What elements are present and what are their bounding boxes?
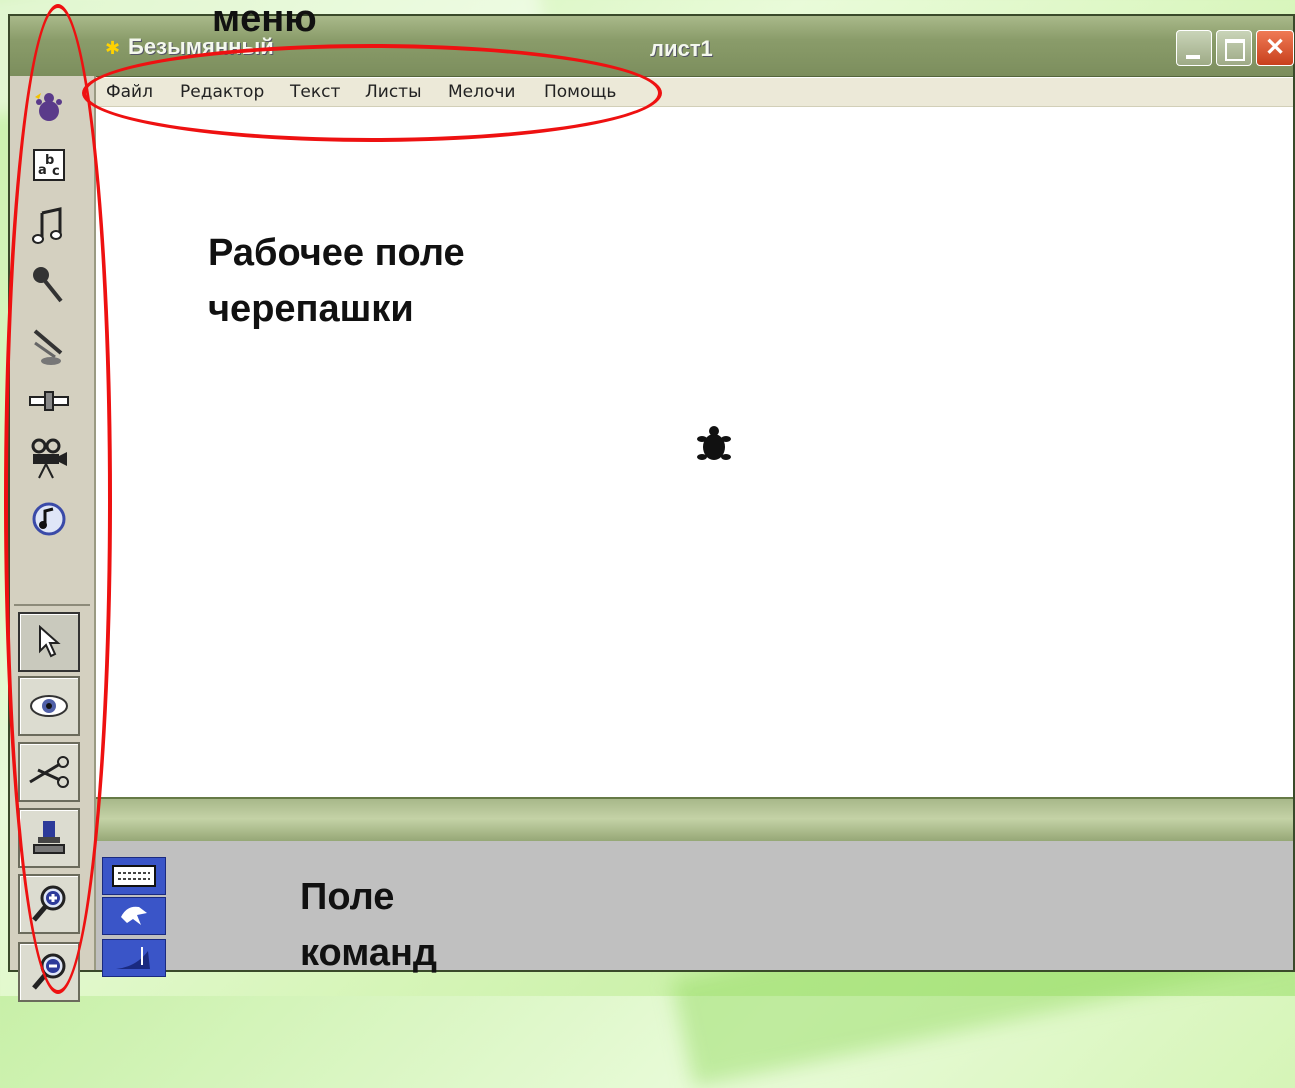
menu-pages[interactable]: Листы xyxy=(365,82,422,102)
melody-icon[interactable] xyxy=(18,200,80,250)
left-toolbar: abc xyxy=(10,76,96,1002)
menu-help[interactable]: Помощь xyxy=(544,82,616,102)
toolbar-divider xyxy=(14,604,90,606)
menu-editor[interactable]: Редактор xyxy=(180,82,264,102)
slider-icon[interactable] xyxy=(18,376,80,426)
title-bar[interactable]: ✱ Безымянный лист1 ✕ xyxy=(10,16,1294,77)
sound-icon[interactable] xyxy=(18,494,80,544)
pointer-icon[interactable] xyxy=(18,612,80,672)
menu-bar: Файл Редактор Текст Листы Мелочи Помощь xyxy=(94,78,1293,107)
commands-annotation-line1: Поле xyxy=(300,876,395,918)
app-icon: ✱ xyxy=(105,38,121,58)
pane-splitter[interactable] xyxy=(96,797,1293,843)
scissors-icon[interactable] xyxy=(18,742,80,802)
close-icon[interactable]: ✕ xyxy=(1256,30,1294,66)
microphone-icon[interactable] xyxy=(18,260,80,310)
turtle-canvas[interactable] xyxy=(96,107,1293,797)
zoom-out-icon[interactable] xyxy=(18,942,80,1002)
commands-annotation-line2: команд xyxy=(300,932,438,974)
video-camera-icon[interactable] xyxy=(18,434,80,484)
new-turtle-icon[interactable] xyxy=(18,82,80,132)
canvas-annotation-line2: черепашки xyxy=(208,288,414,330)
menu-text[interactable]: Текст xyxy=(290,82,340,102)
eye-icon[interactable] xyxy=(18,676,80,736)
turtle-icon[interactable] xyxy=(696,425,732,474)
command-center[interactable] xyxy=(96,841,1293,977)
canvas-annotation-line1: Рабочее поле xyxy=(208,232,465,274)
cd-player-icon[interactable] xyxy=(18,322,80,372)
menu-file[interactable]: Файл xyxy=(106,82,153,102)
shapes-icon[interactable] xyxy=(102,897,166,935)
command-center-icon[interactable] xyxy=(102,857,166,895)
sheet-title: лист1 xyxy=(650,36,713,61)
minimize-icon[interactable] xyxy=(1176,30,1212,66)
procedures-icon[interactable] xyxy=(102,939,166,977)
logo-window: ✱ Безымянный лист1 ✕ Файл Редактор Текст… xyxy=(8,14,1295,1002)
text-box-icon[interactable]: abc xyxy=(18,140,80,190)
stamp-icon[interactable] xyxy=(18,808,80,868)
maximize-icon[interactable] xyxy=(1216,30,1252,66)
menu-annotation: меню xyxy=(212,0,317,40)
zoom-in-icon[interactable] xyxy=(18,874,80,934)
menu-tools[interactable]: Мелочи xyxy=(448,82,516,102)
svg-text:c: c xyxy=(52,164,60,179)
